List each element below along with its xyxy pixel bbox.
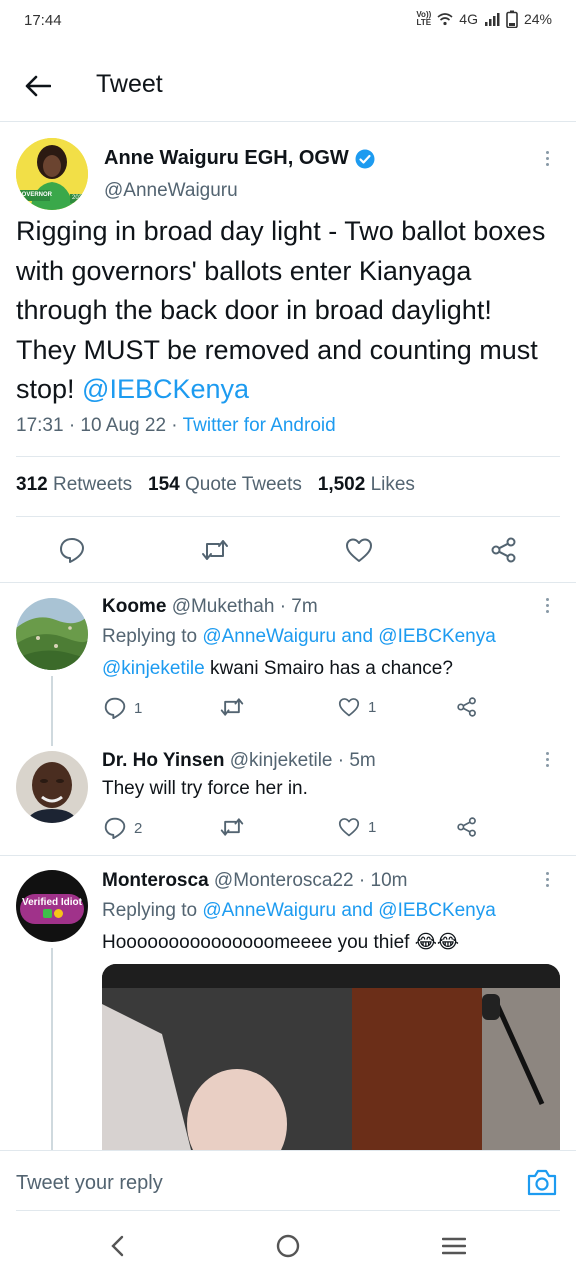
reply-name[interactable]: Koome [102, 596, 166, 617]
reply-handle[interactable]: @Mukethah · 7m [172, 596, 318, 617]
like-icon[interactable] [343, 534, 375, 566]
battery-level: 24% [523, 11, 552, 27]
nav-recents-button[interactable] [441, 1236, 467, 1261]
check-icon [43, 909, 52, 918]
page-title: Tweet [96, 70, 163, 98]
volte-icon: Vo)) LTE [416, 10, 432, 27]
app-bar: Tweet [0, 54, 576, 116]
status-bar: 17:44 Vo)) LTE 4G 24% [0, 0, 576, 44]
reply-avatar[interactable] [16, 598, 88, 670]
network-type: 4G [459, 11, 478, 27]
reply-header: Koome @Mukethah · 7m [102, 596, 318, 618]
reply-name[interactable]: Dr. Ho Yinsen [102, 750, 224, 771]
battery-icon [506, 10, 518, 28]
replying-to-link[interactable]: @AnneWaiguru and @IEBCKenya [202, 900, 495, 921]
actions-divider [0, 582, 576, 583]
author-avatar[interactable]: GOVERNOR 2022 [16, 138, 88, 210]
likes-stat[interactable]: 1,502 Likes [318, 474, 415, 495]
header-divider [0, 121, 576, 122]
reply-avatar[interactable] [16, 751, 88, 823]
composer-bottom-divider [16, 1210, 560, 1211]
like-icon [338, 818, 360, 837]
reply-icon [104, 697, 126, 719]
tweet-mention[interactable]: @IEBCKenya [82, 374, 249, 404]
meta-divider [16, 456, 560, 457]
reply-more-icon[interactable] [546, 598, 549, 613]
menu-lines-icon [441, 1237, 467, 1255]
stats-divider [16, 516, 560, 517]
reply-handle[interactable]: @Monterosca22 · 10m [214, 870, 408, 891]
wifi-icon [437, 13, 453, 26]
tweet-time: 17:31 · 10 Aug 22 · [16, 415, 183, 436]
reply-share-action[interactable] [456, 817, 478, 842]
reply-more-icon[interactable] [546, 872, 549, 887]
reply-retweet-action[interactable] [220, 697, 244, 722]
reply-name[interactable]: Monterosca [102, 870, 209, 891]
nav-back-button[interactable] [108, 1234, 128, 1263]
retweet-icon[interactable] [199, 534, 231, 566]
status-time: 17:44 [24, 12, 62, 29]
author-name[interactable]: Anne Waiguru EGH, OGW [104, 147, 349, 170]
share-icon[interactable] [488, 534, 520, 566]
avatar-text: Verified Idiot [21, 897, 82, 908]
retweet-icon [220, 698, 244, 716]
reply-text: They will try force her in. [102, 778, 308, 799]
laugh-emoji-icon [54, 909, 63, 918]
reply-icon[interactable] [56, 534, 88, 566]
reply-input[interactable]: Tweet your reply [16, 1172, 163, 1195]
reply-header: Monterosca @Monterosca22 · 10m [102, 870, 407, 892]
status-icons: Vo)) LTE 4G 24% [416, 10, 552, 28]
share-icon [457, 817, 476, 837]
reply-media-image[interactable] [102, 964, 560, 1154]
replying-to-link[interactable]: @AnneWaiguru and @IEBCKenya [202, 626, 495, 647]
camera-icon [527, 1169, 557, 1196]
thread-line [51, 676, 53, 746]
retweets-stat[interactable]: 312 Retweets [16, 474, 132, 495]
author-line: Anne Waiguru EGH, OGW [104, 147, 375, 170]
reply-like-action[interactable]: 1 [338, 817, 376, 837]
chevron-left-icon [111, 1235, 124, 1257]
reply-header: Dr. Ho Yinsen @kinjeketile · 5m [102, 750, 376, 772]
reply-reply-action[interactable]: 1 [104, 697, 142, 719]
back-button[interactable] [20, 68, 56, 104]
reply-share-action[interactable] [456, 697, 478, 722]
reply-text: Hooooooooooooooomeeee you thief 😂😂 [102, 932, 460, 953]
reply-icon [104, 817, 126, 839]
reply-reply-action[interactable]: 2 [104, 817, 142, 839]
circle-icon [276, 1234, 300, 1258]
composer-divider [0, 1150, 576, 1151]
media-photo [102, 964, 560, 1154]
tweet-source[interactable]: Twitter for Android [183, 415, 336, 436]
thread-line [51, 948, 53, 1150]
reply-more-icon[interactable] [546, 752, 549, 767]
reply-handle[interactable]: @kinjeketile · 5m [230, 750, 376, 771]
author-handle[interactable]: @AnneWaiguru [104, 180, 238, 202]
avatar-year: 2022 [72, 195, 86, 201]
landscape-photo [16, 598, 88, 670]
more-options-icon[interactable] [546, 151, 549, 166]
quotes-stat[interactable]: 154 Quote Tweets [148, 474, 302, 495]
reply-like-action[interactable]: 1 [338, 697, 376, 717]
reply-body: Replying to @AnneWaiguru and @IEBCKenya … [102, 895, 557, 959]
camera-button[interactable] [526, 1168, 558, 1201]
arrow-left-icon [25, 75, 51, 97]
tweet-meta: 17:31 · 10 Aug 22 · Twitter for Android [16, 415, 336, 437]
reply-divider [0, 855, 576, 856]
signal-icon [484, 13, 500, 26]
share-icon [457, 697, 476, 717]
tweet-text: Rigging in broad day light - Two ballot … [16, 216, 546, 404]
like-icon [338, 698, 360, 717]
portrait-photo [16, 751, 88, 823]
reply-retweet-action[interactable] [220, 817, 244, 842]
retweet-icon [220, 818, 244, 836]
reply-mention[interactable]: @kinjeketile [102, 658, 205, 679]
reply-composer: Tweet your reply [0, 1150, 576, 1212]
tweet-stats: 312 Retweets 154 Quote Tweets 1,502 Like… [16, 474, 415, 496]
system-nav-bar [0, 1212, 576, 1280]
nav-home-button[interactable] [276, 1234, 300, 1263]
avatar-badge: GOVERNOR [17, 192, 53, 198]
reply-avatar[interactable]: Verified Idiot [16, 870, 88, 942]
verified-icon [355, 149, 375, 168]
reply-body: Replying to @AnneWaiguru and @IEBCKenya … [102, 626, 496, 679]
